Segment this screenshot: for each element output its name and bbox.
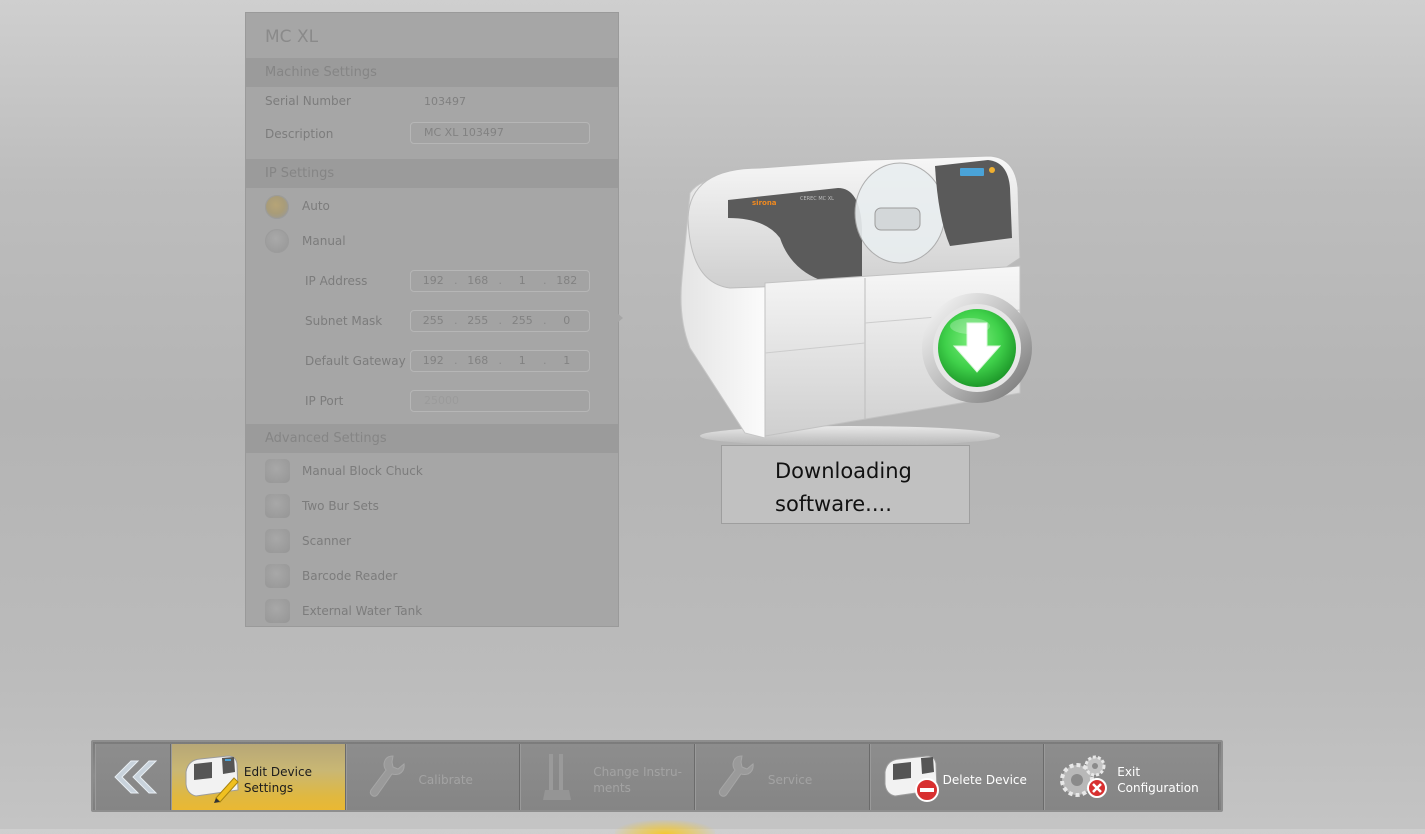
ip-port-label: IP Port xyxy=(305,394,344,408)
active-button-glow xyxy=(615,820,715,834)
gears-exit-icon xyxy=(1060,755,1108,798)
auto-radio[interactable] xyxy=(265,195,289,219)
ip-address-field[interactable]: 192 168 1 182 xyxy=(410,270,590,292)
manual-block-chuck-label: Manual Block Chuck xyxy=(302,464,423,478)
calibrate-button[interactable]: Calibrate xyxy=(345,744,521,810)
back-button[interactable] xyxy=(95,744,171,810)
ip-octet[interactable]: 168 xyxy=(456,271,501,291)
gateway-label: Default Gateway xyxy=(305,354,406,368)
ip-settings-header: IP Settings xyxy=(246,159,618,188)
exit-configuration-button[interactable]: Exit Configuration xyxy=(1044,744,1219,810)
mask-octet[interactable]: 255 xyxy=(456,311,501,331)
edit-device-label-1: Edit Device xyxy=(243,765,312,779)
panel-pointer xyxy=(617,313,623,323)
serial-number-value: 103497 xyxy=(424,95,466,108)
exit-label-2: Configuration xyxy=(1117,781,1199,795)
ip-octet[interactable]: 182 xyxy=(545,271,590,291)
service-button[interactable]: Service xyxy=(694,744,870,810)
instruments-icon xyxy=(543,754,572,800)
device-settings-panel: MC XL Machine Settings Serial Number 103… xyxy=(245,12,619,627)
bottom-toolbar: Edit Device Settings Calibrate Change In… xyxy=(91,740,1223,812)
device-edit-icon xyxy=(185,755,239,803)
mask-octet[interactable]: 255 xyxy=(500,311,546,331)
description-label: Description xyxy=(265,127,334,141)
panel-title: MC XL xyxy=(265,27,319,47)
description-field[interactable]: MC XL 103497 xyxy=(410,122,590,144)
two-bur-sets-label: Two Bur Sets xyxy=(302,499,379,513)
change-instruments-button[interactable]: Change Instru- ments xyxy=(520,744,695,810)
ip-address-label: IP Address xyxy=(305,274,368,288)
gateway-octet[interactable]: 1 xyxy=(500,351,546,371)
exit-label-1: Exit xyxy=(1117,765,1141,779)
manual-block-chuck-checkbox[interactable] xyxy=(265,459,290,483)
gateway-octet[interactable]: 192 xyxy=(411,351,457,371)
gateway-octet[interactable]: 168 xyxy=(456,351,501,371)
scanner-checkbox[interactable] xyxy=(265,529,290,553)
status-line-2: software.... xyxy=(775,492,892,516)
manual-label: Manual xyxy=(302,234,346,248)
external-water-tank-checkbox[interactable] xyxy=(265,599,290,623)
calibrate-label: Calibrate xyxy=(418,773,473,787)
scanner-label: Scanner xyxy=(302,534,352,548)
manual-radio[interactable] xyxy=(265,229,289,253)
ip-octet[interactable]: 1 xyxy=(500,271,546,291)
service-label: Service xyxy=(767,773,813,787)
change-instruments-label-1: Change Instru- xyxy=(593,765,682,779)
status-line-1: Downloading xyxy=(775,459,912,483)
edit-device-settings-button[interactable]: Edit Device Settings xyxy=(170,744,346,810)
machine-settings-header: Machine Settings xyxy=(246,58,618,87)
ip-octet[interactable]: 192 xyxy=(411,271,457,291)
delete-device-button[interactable]: Delete Device xyxy=(869,744,1045,810)
double-chevron-left-icon xyxy=(114,760,158,794)
advanced-settings-header: Advanced Settings xyxy=(246,424,618,453)
device-delete-icon xyxy=(884,755,939,802)
change-instruments-label-2: ments xyxy=(593,781,631,795)
model-label: CEREC MC XL xyxy=(800,196,834,202)
edit-device-label-2: Settings xyxy=(243,781,294,795)
mask-octet[interactable]: 0 xyxy=(545,311,590,331)
barcode-reader-label: Barcode Reader xyxy=(302,569,398,583)
delete-device-label: Delete Device xyxy=(942,773,1027,787)
brand-label: sirona xyxy=(752,199,777,207)
barcode-reader-checkbox[interactable] xyxy=(265,564,290,588)
wrench-icon xyxy=(369,755,405,797)
wrench-icon xyxy=(718,755,754,797)
serial-number-label: Serial Number xyxy=(265,94,351,108)
ip-port-field[interactable]: 25000 xyxy=(410,390,590,412)
download-status-box: Downloading software.... xyxy=(721,445,970,524)
external-water-tank-label: External Water Tank xyxy=(302,604,423,618)
milling-machine-image: sirona CEREC MC XL xyxy=(680,155,1032,446)
subnet-mask-label: Subnet Mask xyxy=(305,314,383,328)
two-bur-sets-checkbox[interactable] xyxy=(265,494,290,518)
subnet-mask-field[interactable]: 255 255 255 0 xyxy=(410,310,590,332)
auto-label: Auto xyxy=(302,199,330,213)
mask-octet[interactable]: 255 xyxy=(411,311,457,331)
gateway-field[interactable]: 192 168 1 1 xyxy=(410,350,590,372)
gateway-octet[interactable]: 1 xyxy=(545,351,590,371)
